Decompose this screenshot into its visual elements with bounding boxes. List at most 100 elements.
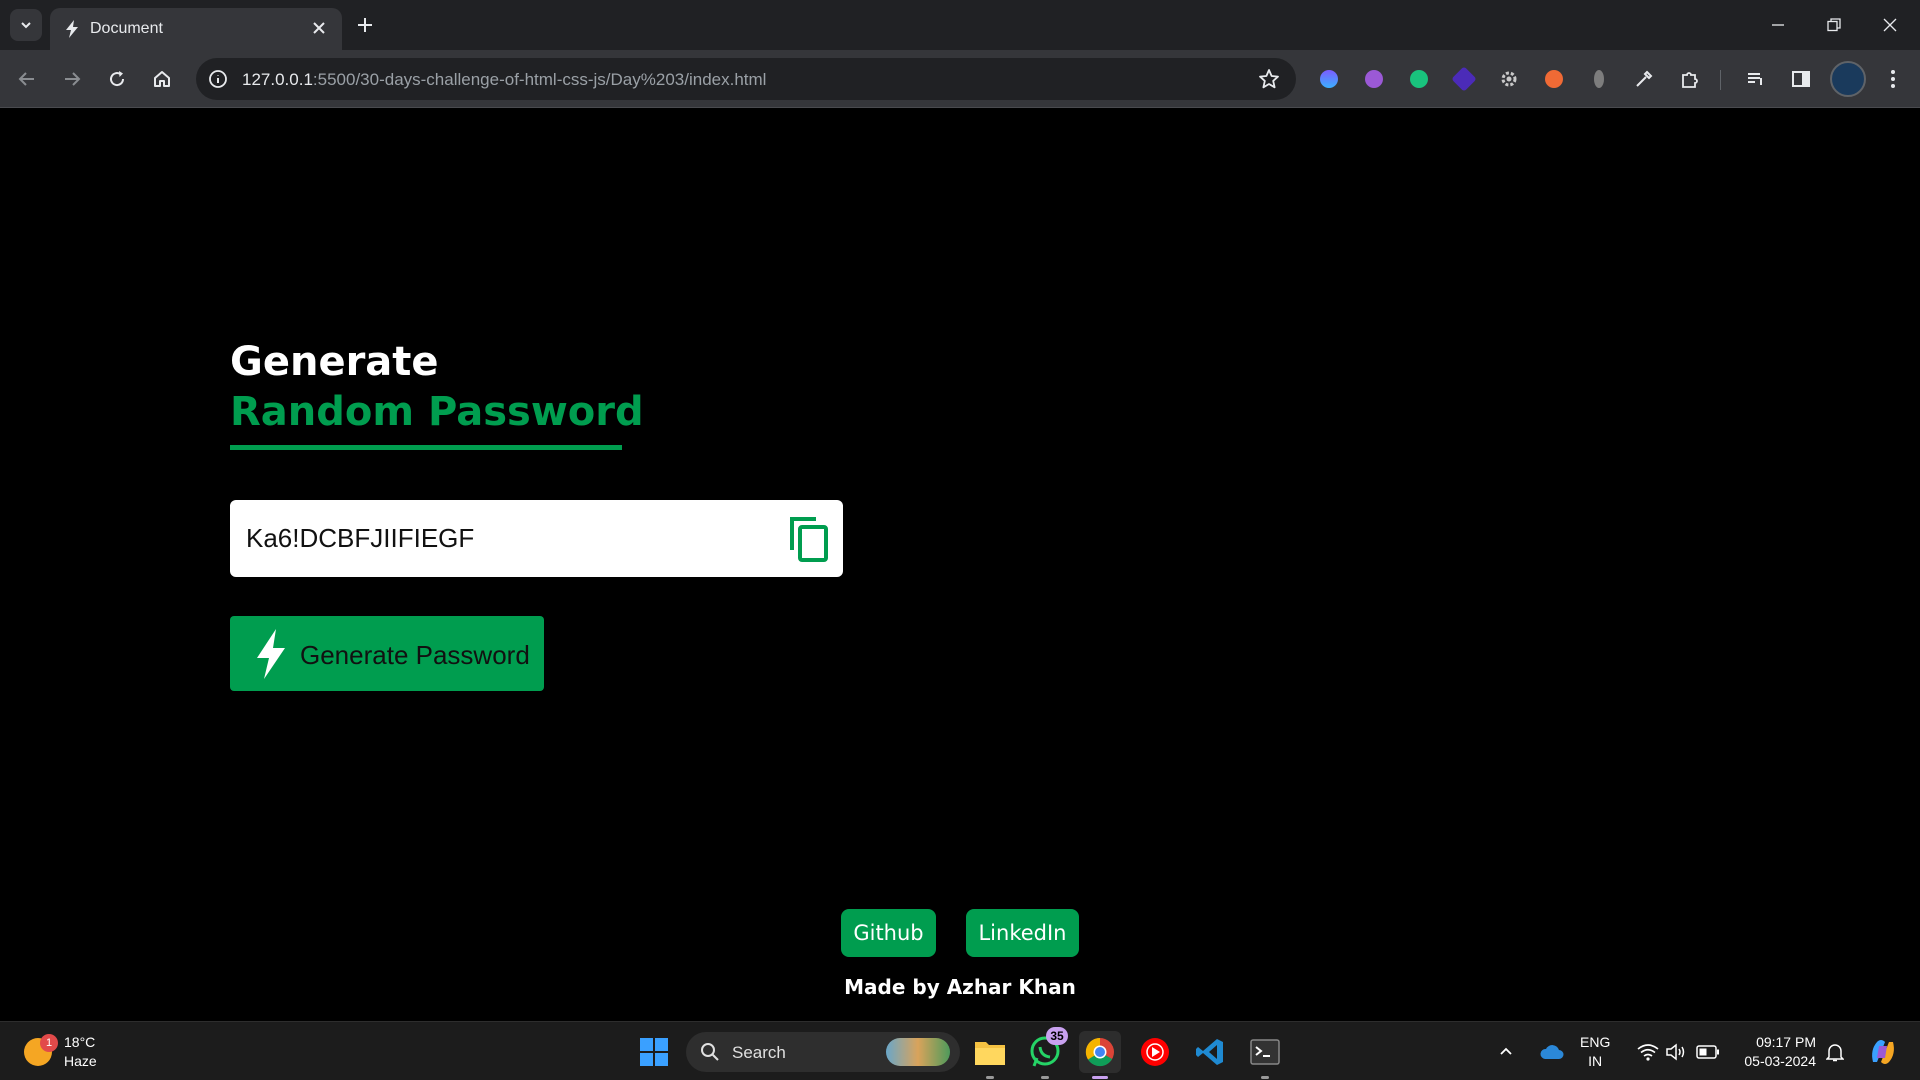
start-button[interactable] [633, 1031, 675, 1073]
language-indicator[interactable]: ENG IN [1580, 1033, 1610, 1071]
whatsapp-button[interactable]: 35 [1024, 1027, 1068, 1079]
heading-line-1: Generate [230, 339, 439, 385]
password-field[interactable] [246, 500, 766, 577]
more-vertical-icon [1891, 70, 1895, 88]
url-path: :5500/30-days-challenge-of-html-css-js/D… [312, 70, 767, 89]
extension-flame-icon[interactable] [1316, 66, 1342, 92]
clock-date: 05-03-2024 [1744, 1053, 1816, 1069]
copy-button[interactable] [787, 516, 831, 562]
show-hidden-icons-button[interactable] [1491, 1031, 1521, 1073]
whatsapp-badge: 35 [1046, 1027, 1068, 1045]
side-panel-icon [1792, 71, 1810, 87]
battery-icon [1696, 1045, 1719, 1059]
weather-widget[interactable]: 1 18°C Haze [20, 1032, 110, 1072]
linkedin-link[interactable]: LinkedIn [966, 909, 1079, 957]
system-clock[interactable]: 09:17 PM 05-03-2024 [1736, 1033, 1816, 1071]
volume-status[interactable] [1661, 1031, 1691, 1073]
new-tab-button[interactable] [352, 12, 378, 38]
forward-button[interactable] [55, 62, 89, 96]
generate-password-button[interactable]: Generate Password [230, 616, 544, 691]
page-content: Generate Random Password Generate Passwo… [0, 109, 1920, 1021]
plus-icon [358, 18, 372, 32]
language-region: IN [1588, 1053, 1603, 1069]
wifi-icon [1637, 1044, 1659, 1061]
notifications-button[interactable] [1820, 1031, 1850, 1073]
heading-underline [230, 445, 622, 450]
weather-temperature: 18°C [64, 1034, 96, 1050]
vscode-icon [1196, 1039, 1223, 1065]
youtube-music-button[interactable] [1134, 1031, 1176, 1073]
extension-purple-icon[interactable] [1361, 66, 1387, 92]
chrome-button[interactable] [1079, 1031, 1121, 1079]
search-label: Search [732, 1043, 786, 1062]
file-explorer-button[interactable] [969, 1031, 1011, 1079]
search-highlight-image [886, 1038, 950, 1066]
copilot-button[interactable] [1862, 1031, 1904, 1073]
media-control-button[interactable] [1743, 66, 1769, 92]
credit-text: Made by Azhar Khan [844, 975, 1076, 999]
taskbar-search[interactable]: Search [686, 1032, 960, 1072]
taskbar: 1 18°C Haze Search 35 ENG IN 09:17 PM 05… [0, 1021, 1920, 1080]
extension-gear-icon[interactable] [1496, 66, 1522, 92]
address-bar[interactable]: 127.0.0.1:5500/30-days-challenge-of-html… [196, 58, 1296, 100]
terminal-button[interactable] [1244, 1031, 1286, 1079]
wifi-status[interactable] [1633, 1031, 1663, 1073]
extension-grey-icon[interactable] [1586, 66, 1612, 92]
copilot-icon [1872, 1040, 1894, 1064]
browser-menu-button[interactable] [1880, 66, 1906, 92]
arrow-left-icon [18, 72, 34, 86]
browser-toolbar: 127.0.0.1:5500/30-days-challenge-of-html… [0, 50, 1920, 108]
chevron-up-icon [1500, 1047, 1512, 1055]
onedrive-icon [1540, 1045, 1564, 1059]
browser-tab-bar: Document [0, 0, 1920, 50]
reload-button[interactable] [100, 62, 134, 96]
github-link[interactable]: Github [841, 909, 936, 957]
extension-cube-icon[interactable] [1451, 66, 1477, 92]
extension-orange-icon[interactable] [1541, 66, 1567, 92]
speaker-icon [1666, 1043, 1685, 1061]
site-info-icon[interactable] [208, 69, 228, 89]
tab-search-button[interactable] [10, 9, 42, 41]
running-indicator [1261, 1076, 1269, 1079]
restore-button[interactable] [1806, 0, 1862, 50]
toolbar-separator [1720, 70, 1721, 90]
extensions-puzzle-button[interactable] [1677, 66, 1703, 92]
back-button[interactable] [10, 62, 44, 96]
chrome-icon [1085, 1037, 1114, 1067]
arrow-right-icon [65, 72, 81, 86]
bookmark-star-icon[interactable] [1258, 68, 1280, 90]
eyedropper-icon [1636, 70, 1653, 87]
language-code: ENG [1580, 1034, 1611, 1050]
extension-eyedropper-icon[interactable] [1631, 66, 1657, 92]
weather-badge: 1 [40, 1034, 58, 1052]
close-icon [1883, 18, 1897, 32]
search-icon [701, 1043, 719, 1061]
tab-title: Document [90, 20, 163, 37]
lightning-favicon-icon [66, 20, 78, 38]
browser-tab[interactable]: Document [50, 8, 342, 50]
onedrive-button[interactable] [1537, 1031, 1567, 1073]
running-indicator [1041, 1076, 1049, 1079]
vscode-button[interactable] [1189, 1031, 1231, 1073]
password-display [230, 500, 843, 577]
copy-icon [790, 517, 828, 562]
chevron-down-icon [21, 22, 31, 29]
folder-icon [975, 1042, 1005, 1065]
terminal-icon [1250, 1039, 1280, 1065]
close-tab-icon[interactable] [310, 19, 328, 37]
close-window-button[interactable] [1862, 0, 1918, 50]
side-panel-button[interactable] [1788, 66, 1814, 92]
url-host: 127.0.0.1 [242, 70, 313, 89]
queue-music-icon [1748, 73, 1762, 85]
heading-line-2: Random Password [230, 389, 644, 435]
battery-status[interactable] [1693, 1031, 1723, 1073]
extension-green-icon[interactable] [1406, 66, 1432, 92]
reload-icon [110, 71, 125, 87]
home-button[interactable] [145, 62, 179, 96]
bell-icon [1826, 1044, 1844, 1062]
home-icon [154, 71, 170, 87]
generate-button-label: Generate Password [300, 640, 530, 670]
minimize-button[interactable] [1750, 0, 1806, 50]
weather-condition: Haze [64, 1053, 97, 1069]
profile-avatar[interactable] [1830, 61, 1866, 97]
